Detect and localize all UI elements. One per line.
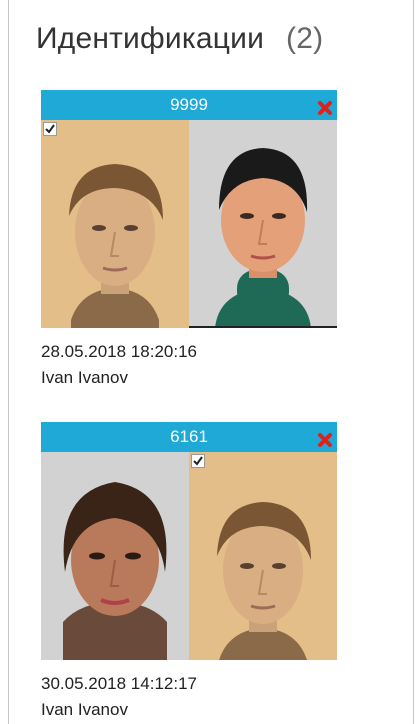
identification-card[interactable]: 9999 28.05.2018 18:20:16 Ivan Ivanov	[41, 90, 337, 388]
page-title: Идентификации (2)	[36, 22, 323, 56]
close-icon[interactable]	[317, 96, 333, 115]
photo-pair	[41, 452, 337, 660]
divider	[189, 326, 337, 328]
title-text: Идентификации	[36, 22, 265, 55]
face-photo-icon	[217, 502, 311, 660]
card-id: 6161	[170, 427, 208, 446]
face-photo-icon	[215, 148, 311, 328]
matched-photo[interactable]	[189, 120, 337, 328]
identification-count: (2)	[286, 22, 324, 55]
card-id: 9999	[170, 95, 208, 114]
close-icon[interactable]	[317, 428, 333, 447]
selected-checkbox[interactable]	[191, 454, 205, 468]
identification-date: 28.05.2018 18:20:16	[41, 342, 197, 361]
reference-photo[interactable]	[41, 120, 189, 328]
person-name: Ivan Ivanov	[41, 700, 128, 719]
identification-date: 30.05.2018 14:12:17	[41, 674, 197, 693]
face-photo-icon	[63, 482, 167, 660]
selected-checkbox[interactable]	[43, 122, 57, 136]
person-name: Ivan Ivanov	[41, 368, 128, 387]
identification-card[interactable]: 6161 30.05.2018 14:12:17 Ivan Ivanov	[41, 422, 337, 720]
card-header: 6161	[41, 422, 337, 452]
matched-photo[interactable]	[41, 452, 189, 660]
card-header: 9999	[41, 90, 337, 120]
face-photo-icon	[69, 164, 163, 328]
reference-photo[interactable]	[189, 452, 337, 660]
photo-pair	[41, 120, 337, 328]
